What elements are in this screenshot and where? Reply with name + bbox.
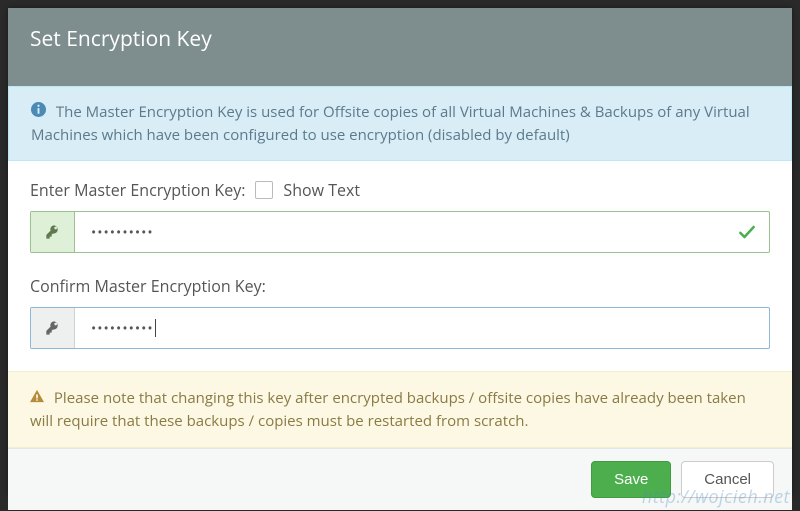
info-icon [31,102,50,122]
save-button[interactable]: Save [591,461,671,498]
info-banner: The Master Encryption Key is used for Of… [8,86,792,161]
key-icon [31,212,75,252]
warning-banner: Please note that changing this key after… [8,371,792,448]
form-area: Enter Master Encryption Key: Show Text •… [8,161,792,371]
dialog-footer: Save Cancel [8,448,792,510]
warning-icon [30,388,48,408]
confirm-key-label-row: Confirm Master Encryption Key: [30,275,770,297]
dialog-title: Set Encryption Key [30,25,212,53]
confirm-key-input[interactable]: •••••••••• [75,308,769,348]
key-icon [31,308,75,348]
enter-key-input[interactable]: •••••••••• [75,212,725,252]
warning-text: Please note that changing this key after… [30,388,746,431]
info-text: The Master Encryption Key is used for Of… [31,102,750,145]
cancel-button[interactable]: Cancel [681,461,774,498]
confirm-key-value: •••••••••• [91,319,154,338]
enter-key-label-row: Enter Master Encryption Key: Show Text [30,179,770,201]
show-text-label: Show Text [283,179,360,201]
dialog-header: Set Encryption Key [8,8,792,86]
enter-key-value: •••••••••• [91,223,154,242]
check-icon [725,212,769,252]
confirm-key-label: Confirm Master Encryption Key: [30,275,266,297]
text-caret [155,319,156,337]
show-text-checkbox[interactable] [255,181,273,199]
enter-key-input-group: •••••••••• [30,211,770,253]
set-encryption-key-dialog: Set Encryption Key The Master Encryption… [8,8,792,495]
enter-key-label: Enter Master Encryption Key: [30,179,245,201]
confirm-key-input-group: •••••••••• [30,307,770,349]
